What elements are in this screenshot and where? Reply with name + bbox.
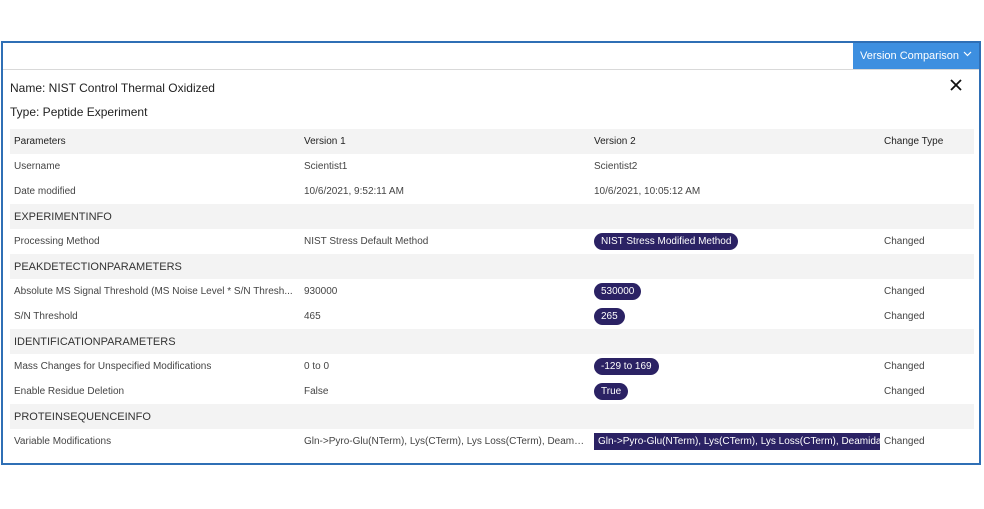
version-1-value: 0 to 0 — [304, 361, 330, 372]
parameter-name: Absolute MS Signal Threshold (MS Noise L… — [14, 286, 293, 297]
change-type: Changed — [884, 361, 925, 372]
table-row: Enable Residue Deletion False True Changed — [10, 379, 974, 404]
change-type: Changed — [884, 236, 925, 247]
table-header-row: Parameters Version 1 Version 2 Change Ty… — [10, 129, 974, 154]
changed-value-badge: 265 — [594, 308, 625, 325]
parameter-name: S/N Threshold — [14, 311, 78, 322]
section-label: PEAKDETECTIONPARAMETERS — [10, 254, 974, 279]
chevron-down-icon — [963, 50, 972, 60]
version-2-cell: NIST Stress Modified Method — [590, 229, 880, 254]
version-2-cell: 530000 — [590, 279, 880, 304]
version-comparison-panel: Version Comparison Name: NIST Control Th… — [1, 41, 981, 465]
table-row: Processing Method NIST Stress Default Met… — [10, 229, 974, 254]
change-type — [880, 154, 974, 179]
version-1-value: 930000 — [304, 286, 338, 297]
top-bar: Version Comparison — [3, 43, 979, 70]
version-2-value: 10/6/2021, 10:05:12 AM — [594, 186, 701, 197]
parameter-name: Variable Modifications — [14, 436, 112, 447]
section-header-row: IDENTIFICATIONPARAMETERS — [10, 329, 974, 354]
section-header-row: PROTEINSEQUENCEINFO — [10, 404, 974, 429]
parameter-name: Enable Residue Deletion — [14, 386, 125, 397]
version-comparison-dropdown[interactable]: Version Comparison — [853, 43, 979, 69]
parameter-name: Date modified — [14, 186, 76, 197]
change-type — [880, 179, 974, 204]
version-2-cell: -129 to 169 — [590, 354, 880, 379]
change-type: Changed — [884, 436, 925, 447]
changed-value-badge: Gln->Pyro-Glu(NTerm), Lys(CTerm), Lys Lo… — [594, 433, 880, 450]
change-type: Changed — [884, 386, 925, 397]
version-1-value: Gln->Pyro-Glu(NTerm), Lys(CTerm), Lys Lo… — [304, 436, 590, 447]
version-1-value: 10/6/2021, 9:52:11 AM — [304, 186, 404, 197]
version-2-cell: 265 — [590, 304, 880, 329]
table-row: S/N Threshold 465 265 Changed — [10, 304, 974, 329]
comparison-table: Parameters Version 1 Version 2 Change Ty… — [10, 129, 974, 454]
version-1-value: False — [304, 386, 329, 397]
version-1-value: 465 — [304, 311, 321, 322]
table-row: Mass Changes for Unspecified Modificatio… — [10, 354, 974, 379]
parameter-name: Processing Method — [14, 236, 100, 247]
table-row: Date modified 10/6/2021, 9:52:11 AM 10/6/2… — [10, 179, 974, 204]
changed-value-badge: -129 to 169 — [594, 358, 659, 375]
parameter-name: Mass Changes for Unspecified Modificatio… — [14, 361, 212, 372]
changed-value-badge: True — [594, 383, 629, 400]
section-label: IDENTIFICATIONPARAMETERS — [10, 329, 974, 354]
changed-value-badge: 530000 — [594, 283, 642, 300]
table-row: Absolute MS Signal Threshold (MS Noise L… — [10, 279, 974, 304]
parameter-name: Username — [14, 161, 61, 172]
version-1-value: NIST Stress Default Method — [304, 236, 429, 247]
column-header-change-type[interactable]: Change Type — [880, 129, 974, 154]
changed-value-badge: NIST Stress Modified Method — [594, 233, 739, 250]
column-header-version-2[interactable]: Version 2 — [590, 129, 880, 154]
change-type: Changed — [884, 286, 925, 297]
section-header-row: EXPERIMENTINFO — [10, 204, 974, 229]
table-row: Variable Modifications Gln->Pyro-Glu(NTer… — [10, 429, 974, 454]
column-header-version-1[interactable]: Version 1 — [300, 129, 590, 154]
section-header-row: PEAKDETECTIONPARAMETERS — [10, 254, 974, 279]
experiment-name: Name: NIST Control Thermal Oxidized — [10, 81, 215, 95]
version-2-cell: True — [590, 379, 880, 404]
version-2-value: Scientist2 — [594, 161, 638, 172]
version-comparison-label: Version Comparison — [859, 50, 960, 62]
section-label: PROTEINSEQUENCEINFO — [10, 404, 974, 429]
change-type: Changed — [884, 311, 925, 322]
column-header-parameters[interactable]: Parameters — [10, 129, 300, 154]
section-label: EXPERIMENTINFO — [10, 204, 974, 229]
version-2-cell: Gln->Pyro-Glu(NTerm), Lys(CTerm), Lys Lo… — [590, 429, 880, 454]
version-1-value: Scientist1 — [304, 161, 348, 172]
close-icon[interactable] — [947, 76, 965, 94]
experiment-type: Type: Peptide Experiment — [10, 105, 148, 119]
table-row: Username Scientist1 Scientist2 — [10, 154, 974, 179]
